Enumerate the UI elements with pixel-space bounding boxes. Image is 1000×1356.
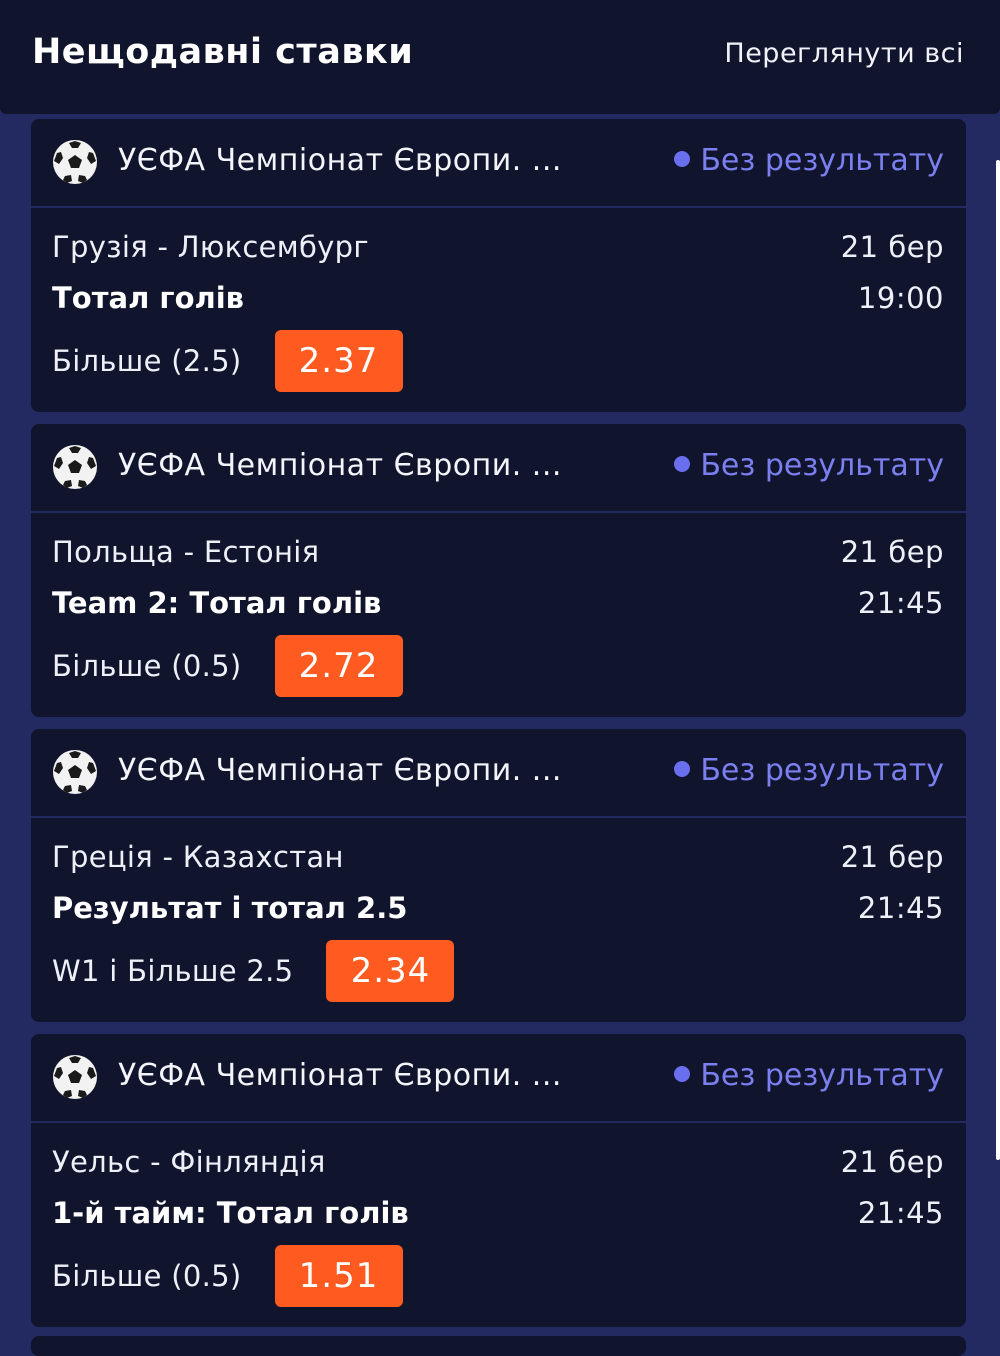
soccer-ball-icon [53,140,97,184]
league-name: УЄФА Чемпіонат Європи. ... [118,143,562,178]
status-dot-icon [674,455,691,472]
match-time: 21:45 [857,586,944,620]
status-badge: Без результату [674,1058,944,1093]
league-name: УЄФА Чемпіонат Європи. ... [118,448,562,483]
pick-row: Більше (0.5) 2.72 [52,635,403,697]
view-all-link[interactable]: Переглянути всі [724,38,964,69]
status-badge: Без результату [674,143,944,178]
bet-pick: Більше (2.5) [52,344,242,378]
match-date: 21 бер [840,535,944,569]
bet-card[interactable]: УЄФА Чемпіонат Європи. ... Без результат… [31,424,966,717]
bet-card[interactable]: УЄФА Чемпіонат Європи. ... Без результат… [31,119,966,412]
status-text: Без результату [700,1058,944,1093]
status-dot-icon [674,150,691,167]
header: Нещодавні ставки Переглянути всі [0,0,1000,114]
bet-pick: Більше (0.5) [52,649,242,683]
bet-card-partial[interactable] [31,1336,966,1356]
soccer-ball-icon [53,1055,97,1099]
bet-card-header: УЄФА Чемпіонат Європи. ... Без результат… [31,424,966,513]
odds-badge: 2.34 [326,940,455,1002]
bet-pick: W1 і Більше 2.5 [52,954,294,988]
status-badge: Без результату [674,448,944,483]
status-dot-icon [674,1065,691,1082]
pick-row: Більше (2.5) 2.37 [52,330,403,392]
status-text: Без результату [700,753,944,788]
bets-list: УЄФА Чемпіонат Європи. ... Без результат… [31,119,966,1339]
soccer-ball-icon [53,750,97,794]
bet-market: Тотал голів [52,281,245,315]
league-name: УЄФА Чемпіонат Європи. ... [118,1058,562,1093]
match-time: 19:00 [857,281,944,315]
soccer-ball-icon [53,445,97,489]
pick-row: W1 і Більше 2.5 2.34 [52,940,455,1002]
bet-market: 1-й тайм: Тотал голів [52,1196,409,1230]
pick-row: Більше (0.5) 1.51 [52,1245,403,1307]
status-text: Без результату [700,448,944,483]
bet-market: Результат і тотал 2.5 [52,891,408,925]
match-teams: Уельс - Фінляндія [52,1145,326,1179]
bet-card-header: УЄФА Чемпіонат Європи. ... Без результат… [31,1034,966,1123]
match-teams: Польща - Естонія [52,535,320,569]
match-date: 21 бер [840,230,944,264]
match-time: 21:45 [857,891,944,925]
bet-pick: Більше (0.5) [52,1259,242,1293]
bet-card[interactable]: УЄФА Чемпіонат Європи. ... Без результат… [31,1034,966,1327]
status-badge: Без результату [674,753,944,788]
bet-card-header: УЄФА Чемпіонат Європи. ... Без результат… [31,729,966,818]
odds-badge: 1.51 [274,1245,403,1307]
bet-market: Team 2: Тотал голів [52,586,382,620]
bet-card-header: УЄФА Чемпіонат Європи. ... Без результат… [31,119,966,208]
page-title: Нещодавні ставки [32,32,414,72]
match-teams: Греція - Казахстан [52,840,344,874]
status-dot-icon [674,760,691,777]
match-date: 21 бер [840,1145,944,1179]
league-name: УЄФА Чемпіонат Європи. ... [118,753,562,788]
match-teams: Грузія - Люксембург [52,230,369,264]
odds-badge: 2.72 [274,635,403,697]
status-text: Без результату [700,143,944,178]
match-date: 21 бер [840,840,944,874]
match-time: 21:45 [857,1196,944,1230]
bet-card[interactable]: УЄФА Чемпіонат Європи. ... Без результат… [31,729,966,1022]
scrollbar[interactable] [996,160,1000,1160]
odds-badge: 2.37 [274,330,403,392]
